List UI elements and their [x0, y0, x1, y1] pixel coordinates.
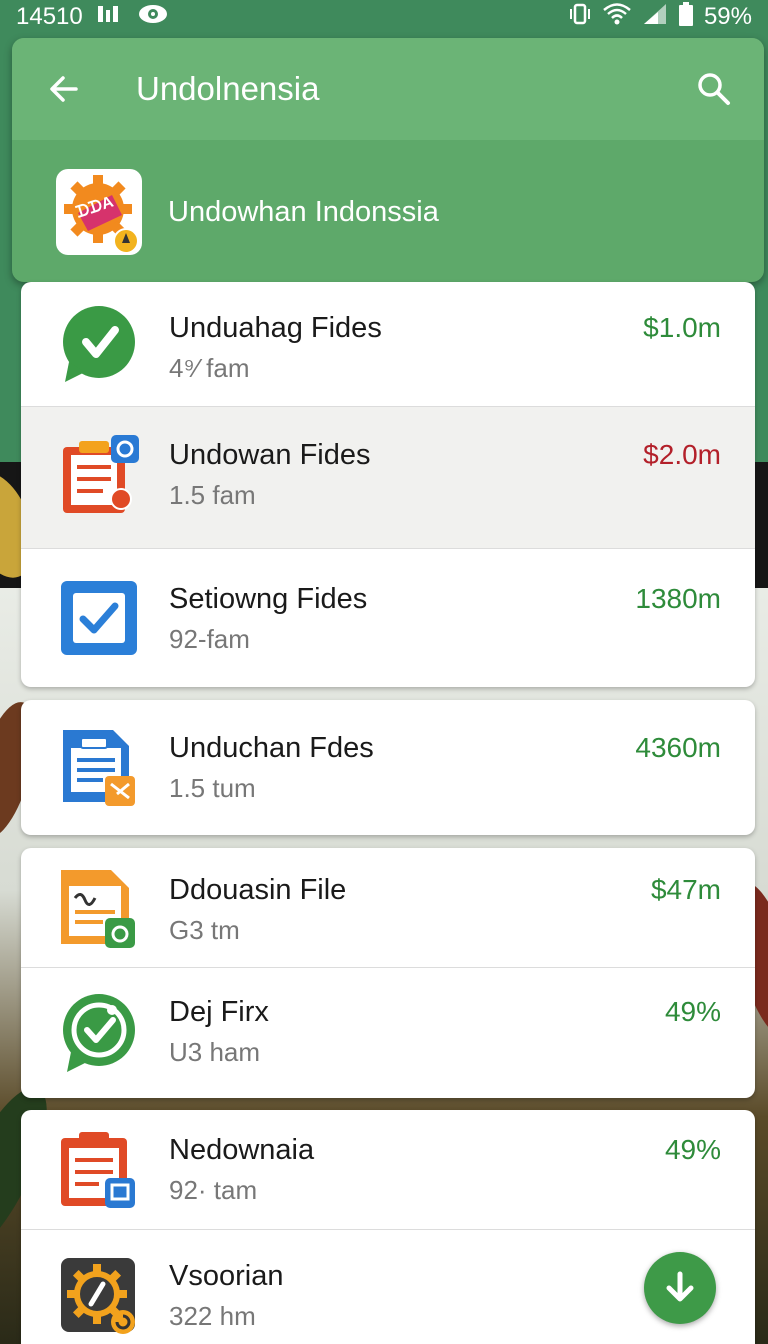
item-title: Setiowng Fides — [169, 583, 368, 615]
item-title: Unduchan Fdes — [169, 732, 374, 764]
item-value: $47m — [650, 874, 721, 905]
list-card: Nedownaia 92· tam 49% Vsoorian 322 hm — [21, 1110, 755, 1344]
check-circle-icon — [59, 992, 139, 1072]
document-list-icon — [59, 726, 139, 806]
item-title: Nedownaia — [169, 1134, 315, 1166]
item-subtitle: 1.5 tum — [169, 773, 256, 803]
item-value: 1380m — [635, 583, 721, 614]
status-bar: 14510 59% — [0, 0, 768, 34]
item-value: 4360m — [635, 732, 721, 763]
check-chat-icon — [59, 304, 139, 384]
item-subtitle: U3 ham — [169, 1037, 261, 1067]
app-header: Undolnensia ᗪᗪA Undowhan Indonssia — [12, 38, 764, 282]
gear-refresh-icon — [59, 1256, 139, 1336]
item-title: Undowan Fides — [169, 439, 371, 471]
list-item[interactable]: Ddouasin File G3 tm $47m — [21, 848, 755, 968]
battery-percent: 59% — [703, 3, 752, 30]
item-title: Vsoorian — [169, 1260, 284, 1292]
eye-icon — [137, 3, 169, 32]
download-arrow-icon — [666, 1271, 694, 1302]
item-value: $2.0m — [643, 439, 721, 470]
checkbox-icon — [59, 579, 139, 659]
item-value: 49% — [664, 1134, 721, 1165]
app-logo: ᗪᗪA — [56, 169, 142, 255]
search-button[interactable] — [684, 59, 744, 119]
document-sign-icon — [59, 868, 139, 948]
download-button[interactable] — [644, 1252, 716, 1324]
item-subtitle: 92· tam — [169, 1175, 258, 1205]
clipboard-doc-icon — [59, 435, 139, 515]
list-item[interactable]: Setiowng Fides 92-fam 1380m — [21, 549, 755, 687]
item-subtitle: 92-fam — [169, 624, 250, 654]
list-card: Unduchan Fdes 1.5 tum 4360m — [21, 700, 755, 835]
status-time: 14510 — [16, 3, 83, 30]
list-item[interactable]: Dej Firx U3 ham 49% — [21, 968, 755, 1098]
page-title: Undolnensia — [136, 70, 320, 107]
list-item[interactable]: Nedownaia 92· tam 49% — [21, 1110, 755, 1230]
back-button[interactable] — [34, 59, 94, 119]
item-subtitle: 4⁹⁄ fam — [169, 353, 250, 383]
list-item[interactable]: Unduahag Fides 4⁹⁄ fam $1.0m — [21, 282, 755, 407]
vibrate-icon — [568, 2, 592, 33]
wifi-icon — [602, 2, 632, 33]
item-title: Ddouasin File — [169, 874, 347, 906]
item-subtitle: 1.5 fam — [169, 480, 256, 510]
clipboard-save-icon — [59, 1128, 139, 1208]
list-item[interactable]: Unduchan Fdes 1.5 tum 4360m — [21, 700, 755, 835]
app-subtitle: Undowhan Indonssia — [168, 195, 439, 228]
arrow-left-icon — [50, 76, 78, 102]
item-title: Unduahag Fides — [169, 312, 382, 344]
toolbar: Undolnensia — [12, 38, 764, 140]
item-subtitle: G3 tm — [169, 915, 240, 945]
item-value: 49% — [664, 996, 721, 1027]
search-icon — [698, 73, 730, 105]
item-title: Dej Firx — [169, 996, 269, 1028]
list-card: Ddouasin File G3 tm $47m Dej Firx U3 ham… — [21, 848, 755, 1098]
battery-icon — [678, 1, 694, 34]
list-card: Unduahag Fides 4⁹⁄ fam $1.0m Undowan Fid… — [21, 282, 755, 687]
list-item[interactable]: Undowan Fides 1.5 fam $2.0m — [21, 407, 755, 549]
signal-icon — [642, 2, 668, 33]
app-info-row[interactable]: ᗪᗪA Undowhan Indonssia — [12, 142, 764, 282]
sim-icon — [97, 3, 123, 31]
item-subtitle: 322 hm — [169, 1301, 256, 1331]
item-value: $1.0m — [643, 312, 721, 343]
